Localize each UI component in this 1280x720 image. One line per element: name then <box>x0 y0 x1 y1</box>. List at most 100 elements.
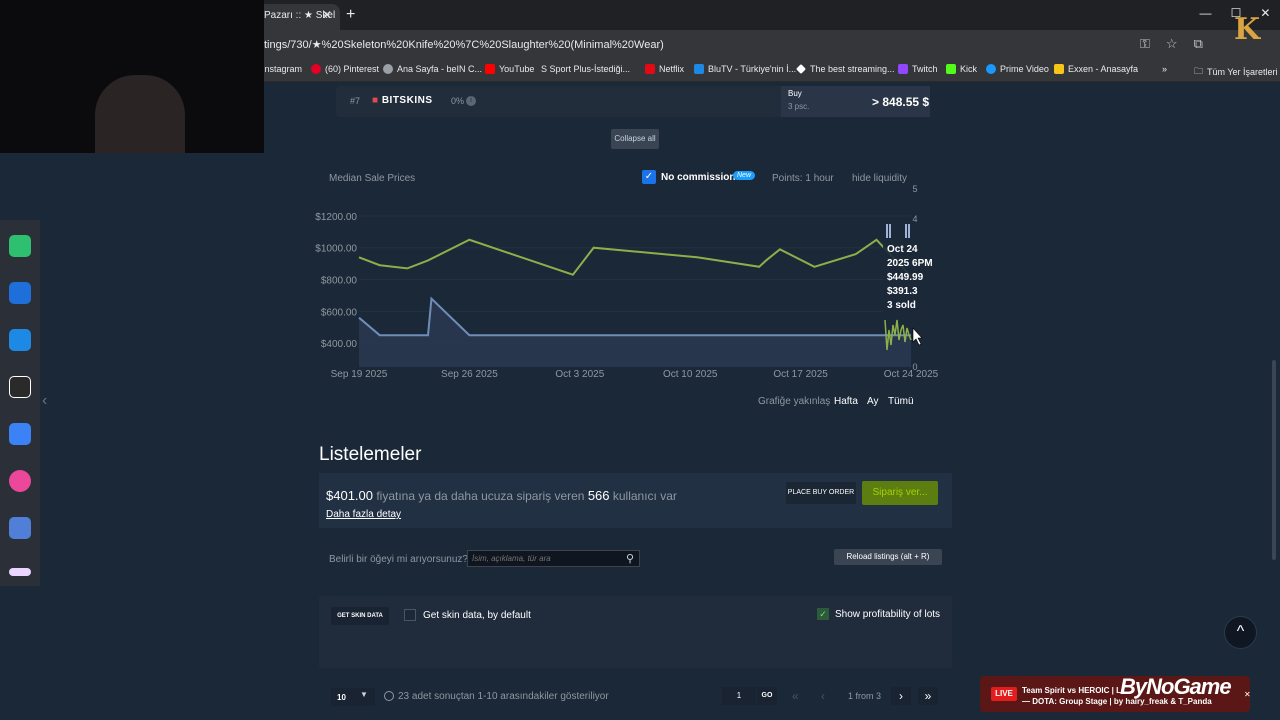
person-icon[interactable] <box>9 517 31 539</box>
more-detail-link[interactable]: Daha fazla detay <box>326 509 401 520</box>
all-bookmarks[interactable]: 🗀 Tüm Yer İşaretleri <box>1194 64 1278 80</box>
diamond-icon <box>796 64 806 74</box>
x-tick-label: Oct 24 2025 <box>884 369 939 380</box>
right-tick-label: 5 <box>912 184 917 194</box>
page-info: 1 from 3 <box>848 691 882 701</box>
url-field[interactable]: tings/730/★%20Skeleton%20Knife%20%7C%20S… <box>264 38 664 51</box>
chevron-down-icon[interactable]: ▼ <box>360 690 368 699</box>
extensions-icon[interactable]: ⧉ <box>1194 36 1203 52</box>
search-input[interactable] <box>467 550 640 567</box>
buy-price: > 848.55 $ <box>872 95 930 109</box>
y-tick-label: $800.00 <box>321 276 358 287</box>
last-page-icon[interactable]: » <box>918 687 938 705</box>
zoom-label: Grafiğe yakınlaş <box>758 396 831 407</box>
netflix-icon <box>645 64 655 74</box>
get-skin-data-button[interactable]: GET SKIN DATA <box>331 607 389 625</box>
rep-icon[interactable] <box>9 235 31 257</box>
dock-collapse-icon[interactable]: ‹ <box>42 392 47 410</box>
skin-data-panel <box>319 596 952 668</box>
sih-icon[interactable] <box>9 329 31 351</box>
bookmark-exxen[interactable]: Exxen - Anasayfa <box>1054 64 1138 74</box>
tooltip-line: 3 sold <box>887 300 916 311</box>
close-window-icon[interactable]: ✕ <box>1260 6 1270 24</box>
offer-fee: 0% <box>451 96 465 106</box>
globe-icon <box>383 64 393 74</box>
bookmark-twitch[interactable]: Twitch <box>898 64 938 74</box>
prev-page-icon[interactable]: ‹ <box>821 689 825 703</box>
pinterest-icon <box>311 64 321 74</box>
bookmark-pinterest[interactable]: (60) Pinterest <box>311 64 379 74</box>
bynogame-logo: ByNoGame <box>1120 674 1232 699</box>
address-bar-icons: ⚿ ☆ ⧉ <box>1140 36 1203 52</box>
bookmark-bein[interactable]: Ana Sayfa - beIN C... <box>383 64 482 74</box>
new-badge: New <box>733 171 756 180</box>
twitch-icon <box>898 64 908 74</box>
zoom-all[interactable]: Tümü <box>888 396 914 407</box>
side-dock <box>0 220 40 586</box>
bookmark-kick[interactable]: Kick <box>946 64 977 74</box>
buy-quantity: 3 psc. <box>788 102 810 111</box>
page-scrollbar[interactable] <box>1272 360 1276 560</box>
first-page-icon[interactable]: « <box>792 689 799 703</box>
kick-icon <box>946 64 956 74</box>
skin-data-default-checkbox[interactable] <box>404 609 416 621</box>
offer-rank: #7 <box>350 96 361 106</box>
mouse-cursor-icon <box>912 327 923 346</box>
folder-icon: 🗀 <box>1194 66 1204 76</box>
profitability-label: Show profitability of lots <box>835 609 941 620</box>
tooltip-line: Oct 24 <box>887 244 918 255</box>
per-page-select[interactable]: 10 <box>331 688 375 706</box>
go-button[interactable]: GO <box>757 687 777 705</box>
place-buy-order-button[interactable]: PLACE BUY ORDER <box>786 482 856 504</box>
bookmark-youtube[interactable]: YouTube <box>485 64 534 74</box>
tab-close-icon[interactable]: ✕ <box>322 8 332 22</box>
series-line-0 <box>358 238 912 278</box>
y-tick-label: $1000.00 <box>315 244 357 255</box>
chart-icon[interactable] <box>9 282 31 304</box>
discord-icon[interactable] <box>9 423 31 445</box>
close-overlay-icon[interactable]: ✕ <box>1244 690 1251 699</box>
info-circle-icon <box>384 691 394 701</box>
y-tick-label: $400.00 <box>321 339 358 350</box>
zoom-week[interactable]: Hafta <box>834 396 858 407</box>
live-badge: LIVE <box>991 687 1017 701</box>
exxen-icon <box>1054 64 1064 74</box>
minimize-icon[interactable]: — <box>1200 6 1212 24</box>
epic-games-icon[interactable] <box>9 376 31 398</box>
more-bookmarks-icon[interactable]: » <box>1162 64 1167 74</box>
order-button[interactable]: Sipariş ver... <box>862 481 938 505</box>
results-summary: 23 adet sonuçtan 1-10 arasındakiler göst… <box>398 691 609 702</box>
prime-icon <box>986 64 996 74</box>
profitability-checkbox[interactable]: ✓ <box>817 608 829 620</box>
tooltip-line: 2025 6PM <box>887 258 933 269</box>
star-icon[interactable]: ☆ <box>1166 36 1178 52</box>
bookmark-prime[interactable]: Prime Video <box>986 64 1049 74</box>
bitskins-logo: ■ BITSKINS <box>372 95 433 106</box>
youtube-icon <box>485 64 495 74</box>
y-tick-label: $1200.00 <box>315 212 357 223</box>
bookmark-blutv[interactable]: BluTV - Türkiye'nin İ... <box>694 64 796 74</box>
x-tick-label: Oct 17 2025 <box>773 369 828 380</box>
bookmark-instagram[interactable]: Instagram <box>262 64 302 74</box>
buy-label: Buy <box>788 89 802 98</box>
new-tab-icon[interactable]: + <box>346 6 355 24</box>
search-icon[interactable]: ⚲ <box>626 552 634 565</box>
bookmark-ssport[interactable]: S Sport Plus-İstediği... <box>541 64 630 74</box>
page-input[interactable]: 1 <box>722 687 756 705</box>
next-page-icon[interactable]: › <box>891 687 911 705</box>
bookmark-netflix[interactable]: Netflix <box>645 64 684 74</box>
bookmark-streaming[interactable]: The best streaming... <box>796 64 895 74</box>
zoom-month[interactable]: Ay <box>867 396 879 407</box>
app-icon[interactable] <box>9 470 31 492</box>
buy-order-summary: $401.00 fiyatına ya da daha ucuza sipari… <box>326 488 677 503</box>
collapse-all-button[interactable]: Collapse all <box>611 129 659 149</box>
scroll-top-button[interactable]: ^ <box>1224 616 1257 649</box>
x-tick-label: Oct 10 2025 <box>663 369 718 380</box>
price-chart[interactable]: $1200.00$1000.00$800.00$600.00$400.00540… <box>315 180 955 385</box>
key-icon[interactable]: ⚿ <box>1140 36 1150 52</box>
channel-logo: K <box>1234 12 1261 47</box>
reload-listings-button[interactable]: Reload listings (alt + R) <box>834 549 942 565</box>
shoe-icon[interactable] <box>9 568 31 576</box>
info-icon[interactable]: i <box>466 96 476 106</box>
volume-bar <box>908 224 910 238</box>
